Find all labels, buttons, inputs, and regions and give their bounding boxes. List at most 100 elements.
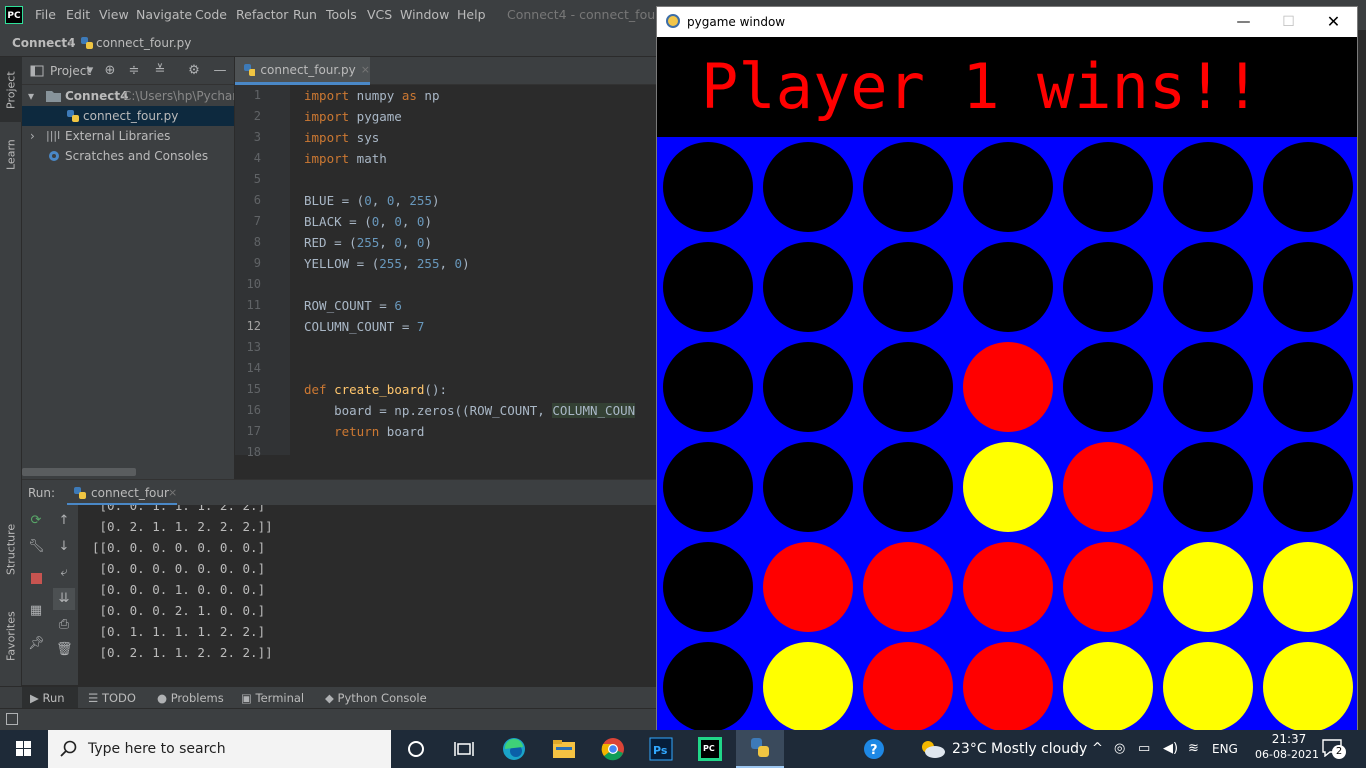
tool-tab-project[interactable]: Project (2, 65, 20, 115)
pygame-window-title: pygame window (687, 15, 786, 29)
line-number: 5 (253, 172, 261, 186)
rerun-icon[interactable]: ⟳ (28, 513, 44, 529)
gear-icon[interactable]: ⚙ (186, 63, 202, 79)
empty-slot (863, 242, 953, 332)
stop-icon[interactable] (31, 573, 42, 584)
scratches-icon (49, 151, 59, 161)
trash-icon[interactable]: 🗑︎ (56, 642, 73, 658)
menu-file[interactable]: File (35, 0, 56, 30)
tool-tab-learn[interactable]: Learn (2, 135, 20, 175)
pygame-canvas[interactable]: Player 1 wins!! (657, 37, 1357, 730)
empty-slot (1263, 442, 1353, 532)
taskbar-search-box[interactable]: Type here to search (48, 730, 391, 768)
menu-tools[interactable]: Tools (326, 0, 357, 30)
bottom-tab-run[interactable]: ▶ Run (22, 687, 78, 709)
win-message: Player 1 wins!! (701, 50, 1261, 123)
red-disc (963, 342, 1053, 432)
task-view-icon[interactable] (440, 730, 488, 768)
collapse-all-icon[interactable]: ≚ (152, 63, 168, 79)
notification-center-icon[interactable]: 2 (1322, 739, 1346, 759)
menu-refactor[interactable]: Refactor (236, 0, 288, 30)
battery-icon[interactable]: ▭ (1138, 730, 1150, 768)
chevron-right-icon: › (68, 36, 73, 50)
run-panel-header: Run: connect_four × (22, 479, 660, 506)
bottom-tab-python-console[interactable]: ◆ Python Console (325, 687, 427, 709)
editor-tab-connect-four[interactable]: connect_four.py × (235, 57, 370, 85)
bottom-tab-problems[interactable]: ● Problems (157, 687, 224, 709)
cortana-icon[interactable] (392, 730, 440, 768)
print-icon[interactable]: ⎙ (56, 617, 72, 633)
close-icon[interactable]: ✕ (1311, 7, 1356, 37)
menu-view[interactable]: View (99, 0, 129, 30)
arrow-up-icon[interactable]: ↑ (56, 513, 72, 529)
python-taskbar-icon[interactable] (736, 730, 784, 768)
menu-navigate[interactable]: Navigate (136, 0, 192, 30)
wrench-icon[interactable]: 🔧︎ (28, 539, 45, 555)
menu-code[interactable]: Code (195, 0, 227, 30)
soft-wrap-icon[interactable]: ⤶ (56, 565, 72, 581)
photoshop-icon[interactable]: Ps (637, 730, 685, 768)
tree-scratches[interactable]: Scratches and Consoles (22, 146, 234, 166)
tree-root-label: Connect4 (65, 89, 129, 103)
chevron-up-icon[interactable]: ^ (1092, 730, 1103, 768)
wifi-icon[interactable]: ≋ (1188, 730, 1199, 768)
empty-slot (763, 442, 853, 532)
code-editor[interactable]: import numpy as np import pygame import … (290, 85, 660, 455)
pycharm-taskbar-icon[interactable]: PC (686, 730, 734, 768)
close-icon[interactable]: × (361, 63, 370, 76)
horizontal-scrollbar[interactable] (22, 468, 136, 476)
clock-date[interactable]: 06-08-2021 (1252, 748, 1322, 761)
python-file-icon (67, 110, 79, 122)
arrow-down-icon[interactable]: ↓ (56, 539, 72, 555)
tree-external-libraries[interactable]: › |||l External Libraries (22, 126, 234, 146)
scroll-to-end-icon[interactable]: ⇊ (53, 588, 75, 610)
breadcrumb-project[interactable]: Connect4 (12, 30, 75, 57)
tool-tab-favorites[interactable]: Favorites (2, 605, 20, 667)
yellow-disc (1063, 642, 1153, 730)
breadcrumb-file[interactable]: connect_four.py (96, 30, 191, 57)
file-explorer-icon[interactable] (540, 730, 588, 768)
clock-time[interactable]: 21:37 (1264, 732, 1314, 746)
locate-icon[interactable]: ⊕ (102, 63, 118, 79)
meet-now-icon[interactable]: ◎ (1114, 730, 1125, 768)
line-number: 9 (253, 256, 261, 270)
bottom-tab-todo[interactable]: ☰ TODO (88, 687, 136, 709)
tree-root-row[interactable]: ▾ Connect4 C:\Users\hp\Pycharm (22, 86, 234, 106)
windows-start-icon[interactable] (0, 730, 48, 768)
maximize-icon[interactable]: ☐ (1266, 7, 1311, 37)
pygame-snake-icon (666, 14, 680, 28)
connect-four-board[interactable] (657, 137, 1357, 730)
volume-icon[interactable]: ◀) (1163, 730, 1178, 768)
line-number: 11 (246, 298, 261, 312)
tool-windows-icon[interactable] (6, 713, 18, 725)
python-console-icon: ◆ (325, 691, 334, 705)
python-file-icon (244, 63, 256, 76)
line-number: 7 (253, 214, 261, 228)
menu-window[interactable]: Window (400, 0, 449, 30)
expand-all-icon[interactable]: ≑ (126, 63, 142, 79)
help-icon[interactable]: ? (850, 730, 898, 768)
chrome-icon[interactable] (589, 730, 637, 768)
weather-text[interactable]: 23°C Mostly cloudy (952, 730, 1087, 768)
bottom-tab-terminal[interactable]: ▣ Terminal (241, 687, 304, 709)
tool-tab-structure[interactable]: Structure (2, 519, 20, 579)
weather-cloudy-icon[interactable] (918, 739, 946, 759)
menu-edit[interactable]: Edit (66, 0, 90, 30)
edge-browser-icon[interactable] (490, 730, 538, 768)
menu-vcs[interactable]: VCS (367, 0, 392, 30)
minimize-icon[interactable]: — (1221, 7, 1266, 37)
tree-file-row[interactable]: connect_four.py (22, 106, 234, 126)
code-line: import numpy as np (304, 88, 440, 103)
info-icon: ● (157, 691, 168, 705)
empty-slot (1263, 342, 1353, 432)
menu-help[interactable]: Help (457, 0, 486, 30)
pin-icon[interactable]: 📌︎ (28, 636, 45, 652)
menu-run[interactable]: Run (293, 0, 317, 30)
code-line: import pygame (304, 109, 402, 124)
run-console-output[interactable]: [0. 0. 1. 1. 1. 2. 2.] [0. 2. 1. 1. 2. 2… (78, 505, 660, 685)
minimize-panel-icon[interactable]: — (212, 63, 228, 79)
language-indicator[interactable]: ENG (1212, 730, 1238, 768)
layout-icon[interactable]: ▦ (28, 603, 44, 619)
dropdown-icon[interactable]: ▾ (82, 63, 98, 79)
empty-slot (663, 442, 753, 532)
